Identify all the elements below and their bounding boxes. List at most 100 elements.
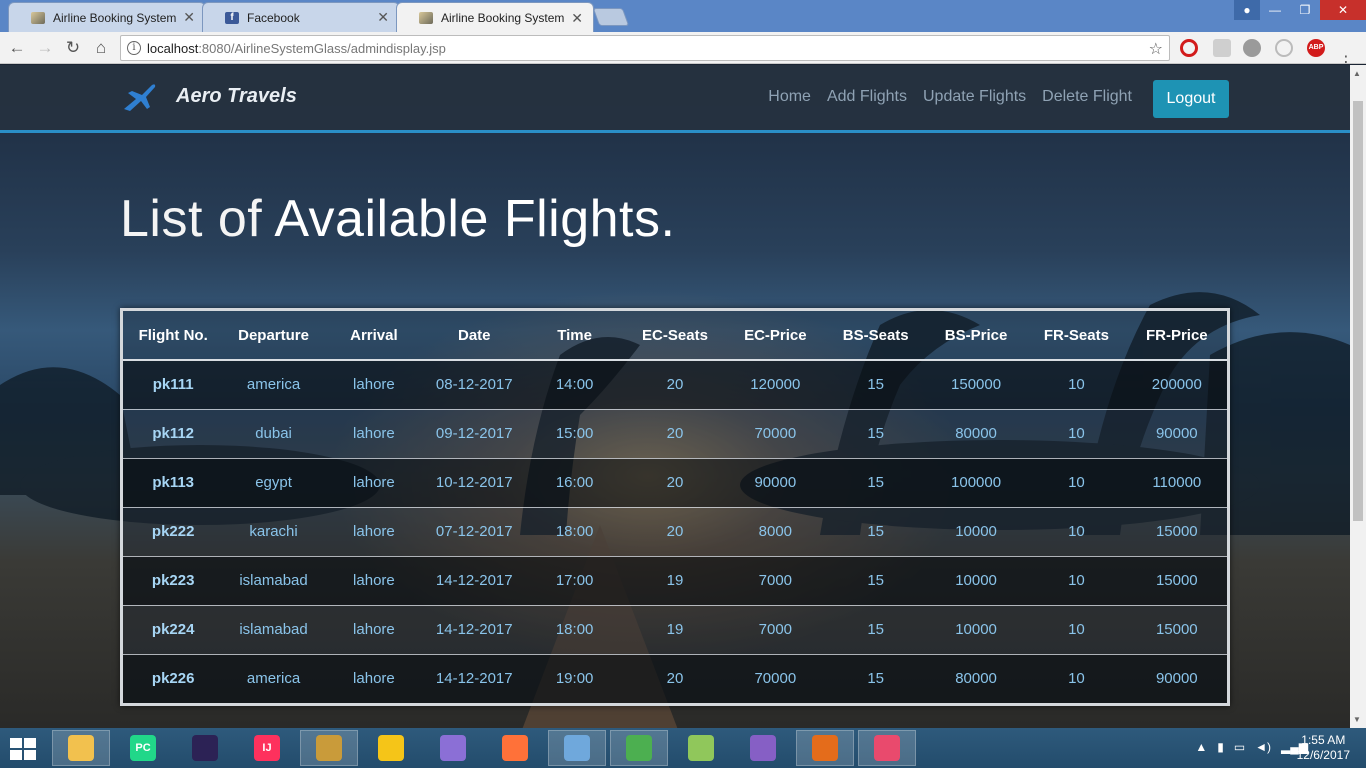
address-bar[interactable]: i localhost:8080/AirlineSystemGlass/admi… [120, 35, 1170, 61]
table-cell: 200000 [1126, 360, 1227, 410]
tab-close-icon[interactable]: ✕ [571, 10, 583, 27]
table-cell: 19 [624, 556, 726, 606]
title-light: List of [120, 190, 275, 248]
opera-extension-icon[interactable] [1180, 39, 1198, 57]
table-cell: 90000 [1126, 409, 1227, 459]
taskbar-file-explorer-button[interactable] [52, 730, 110, 766]
restore-button[interactable]: ❐ [1290, 0, 1320, 20]
table-cell: 80000 [925, 654, 1027, 703]
table-cell: lahore [323, 556, 425, 606]
flights-table-container: Flight No. Departure Arrival Date Time EC-Sea… [120, 308, 1230, 706]
tab-title: Airline Booking System [53, 10, 177, 25]
nav-update-flights-link[interactable]: Update Flights [923, 88, 1026, 106]
taskbar-tools-button[interactable] [300, 730, 358, 766]
network-icon[interactable]: ▮ [1217, 740, 1224, 754]
new-tab-button[interactable] [592, 8, 630, 26]
nav-delete-flight-link[interactable]: Delete Flight [1042, 88, 1132, 106]
forward-arrow-icon[interactable]: → [34, 37, 56, 59]
table-cell: 14:00 [524, 360, 625, 410]
table-row[interactable]: pk111 america lahore 08-12-2017 14:00 20 12000… [123, 360, 1227, 410]
adblock-extension-icon[interactable]: ABP [1307, 39, 1325, 57]
table-row[interactable]: pk224 islamabad lahore 14-12-2017 18:00 19 700… [123, 605, 1227, 655]
taskbar-firefox-button[interactable] [486, 730, 544, 766]
url-host: localhost [147, 40, 199, 56]
shield-extension-icon[interactable] [1213, 39, 1231, 57]
page-title: List of Available Flights. [120, 189, 675, 249]
table-cell: 15 [825, 360, 926, 410]
taskbar-clock[interactable]: 1:55 AM 12/6/2017 [1297, 733, 1350, 763]
home-icon[interactable]: ⌂ [90, 37, 112, 59]
table-cell: 70000 [725, 654, 826, 703]
profile-icon[interactable]: ● [1234, 0, 1260, 20]
taskbar-matlab-button[interactable] [796, 730, 854, 766]
info-icon[interactable]: i [127, 41, 141, 55]
table-cell: 20 [624, 654, 726, 703]
notepad-plus-icon [688, 735, 714, 761]
scrollbar-thumb[interactable] [1353, 101, 1363, 521]
table-cell: 15 [825, 458, 926, 508]
table-cell: 14-12-2017 [424, 556, 525, 606]
table-cell: 10 [1026, 507, 1127, 557]
nav-add-flights-link[interactable]: Add Flights [827, 88, 907, 106]
minimize-button[interactable]: — [1260, 0, 1290, 20]
column-header: Date [424, 311, 525, 361]
taskbar-visual-studio-button[interactable] [734, 730, 792, 766]
column-header: BS-Seats [825, 311, 926, 361]
table-row[interactable]: pk226 america lahore 14-12-2017 19:00 20 70000… [123, 654, 1227, 703]
brand-name[interactable]: Aero Travels [176, 85, 297, 108]
tab-close-icon[interactable]: ✕ [377, 9, 389, 26]
taskbar-intellij-button[interactable]: IJ [238, 730, 296, 766]
eclipse-icon [192, 735, 218, 761]
volume-icon[interactable]: ◄) [1255, 740, 1271, 754]
tab-facebook[interactable]: f Facebook ✕ [202, 2, 400, 32]
nav-home-link[interactable]: Home [768, 88, 811, 106]
table-row[interactable]: pk113 egypt lahore 10-12-2017 16:00 20 90000 15… [123, 458, 1227, 508]
title-period: . [660, 190, 676, 248]
ring-extension-icon[interactable] [1275, 39, 1293, 57]
table-cell: 70000 [725, 409, 826, 459]
taskbar-chrome-button[interactable] [610, 730, 668, 766]
taskbar-eclipse-button[interactable] [176, 730, 234, 766]
chrome-icon [626, 735, 652, 761]
column-header: FR-Seats [1026, 311, 1127, 361]
flight-number-cell: pk223 [123, 556, 224, 606]
table-cell: karachi [223, 507, 324, 557]
table-cell: 10000 [925, 556, 1027, 606]
taskbar-app-purple-button[interactable] [424, 730, 482, 766]
tab-close-icon[interactable]: ✕ [183, 9, 195, 26]
taskbar-pycharm-button[interactable]: PC [114, 730, 172, 766]
table-cell: 15:00 [524, 409, 625, 459]
window-close-button[interactable]: ✕ [1320, 0, 1366, 20]
tab-airline-booking-active[interactable]: Airline Booking System ✕ [396, 2, 594, 33]
scroll-up-arrow-icon[interactable]: ▲ [1353, 69, 1361, 78]
main-menu: Home Add Flights Update Flights Delete F… [768, 88, 1132, 106]
tray-expand-icon[interactable]: ▲ [1195, 740, 1207, 754]
tab-airline-booking-1[interactable]: Airline Booking System ✕ [8, 2, 206, 32]
column-header: EC-Seats [624, 311, 726, 361]
ghostery-extension-icon[interactable] [1243, 39, 1261, 57]
table-cell: 10 [1026, 556, 1127, 606]
tab-title: Airline Booking System [441, 11, 565, 25]
back-arrow-icon[interactable]: ← [6, 37, 28, 59]
taskbar-star-app-button[interactable] [858, 730, 916, 766]
table-cell: 90000 [1126, 654, 1227, 703]
table-cell: 20 [624, 507, 726, 557]
table-cell: 15 [825, 556, 926, 606]
facebook-favicon-icon: f [225, 11, 239, 24]
reload-icon[interactable]: ↻ [62, 37, 84, 59]
airplane-logo-icon [124, 84, 156, 111]
table-cell: egypt [223, 458, 324, 508]
taskbar-app-yellow-button[interactable] [362, 730, 420, 766]
table-row[interactable]: pk222 karachi lahore 07-12-2017 18:00 20 8000 1… [123, 507, 1227, 557]
bookmark-star-icon[interactable]: ☆ [1149, 39, 1163, 59]
logout-button[interactable]: Logout [1153, 80, 1229, 118]
page-scrollbar[interactable]: ▲ ▼ [1350, 65, 1366, 728]
table-cell: 14-12-2017 [424, 654, 525, 703]
taskbar-notepad-plus-button[interactable] [672, 730, 730, 766]
table-row[interactable]: pk223 islamabad lahore 14-12-2017 17:00 19 700… [123, 556, 1227, 606]
windows-start-icon[interactable] [10, 738, 38, 760]
scroll-down-arrow-icon[interactable]: ▼ [1353, 715, 1361, 724]
table-row[interactable]: pk112 dubai lahore 09-12-2017 15:00 20 70000 15… [123, 409, 1227, 459]
battery-icon[interactable]: ▭ [1234, 740, 1245, 754]
taskbar-virtualbox-button[interactable] [548, 730, 606, 766]
